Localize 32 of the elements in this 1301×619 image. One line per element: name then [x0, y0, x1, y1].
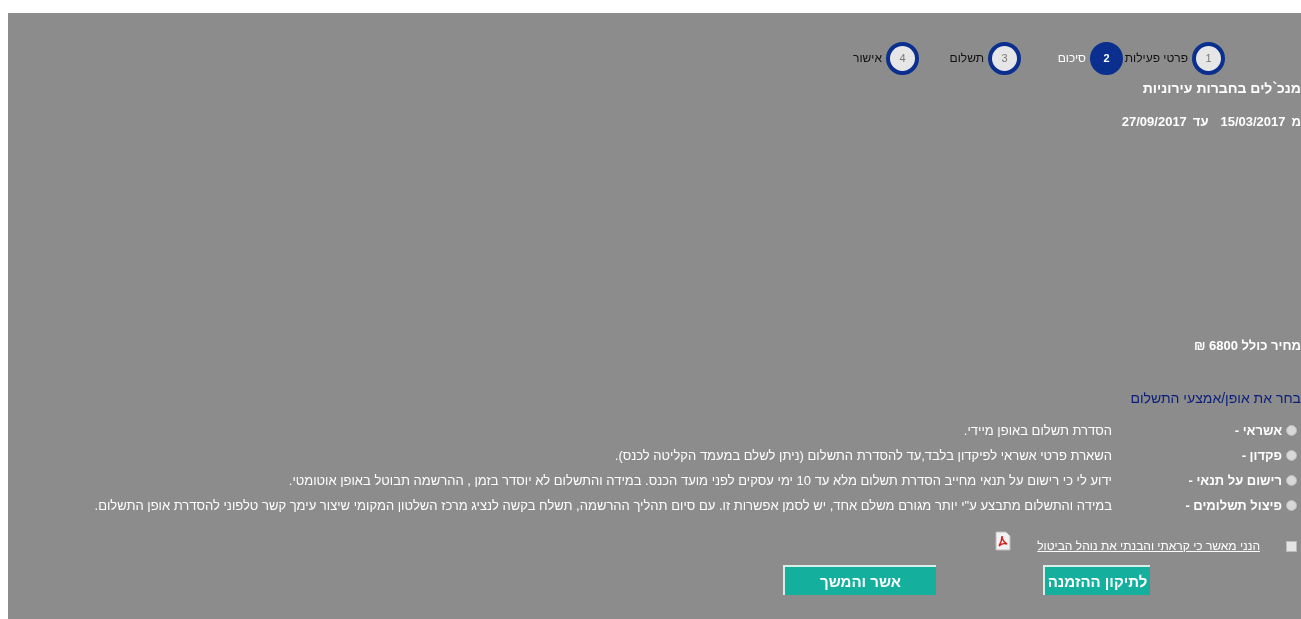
step-circle: 1	[1192, 41, 1225, 75]
terms-link[interactable]: הנני מאשר כי קראתי והבנתי את נוהל הביטול	[1037, 539, 1260, 553]
date-prefix: מ	[1291, 114, 1301, 129]
payment-heading: בחר את אופן/אמצעי התשלום	[1129, 390, 1301, 406]
step-circle: 4	[886, 41, 919, 75]
step-label: פרטי פעילות	[1124, 51, 1188, 65]
radio-button[interactable]	[1286, 475, 1297, 486]
option-description: ידוע לי כי רישום על תנאי מחייב הסדרת תשלום מלא עד 10 ימי עסקים לפני מועד הכנס. במידה והתשלום לא יוסדר בזמן , ההרשמה תבוטל באופן אוטומטי.	[288, 473, 1112, 488]
option-description: במידה והתשלום מתבצע ע"י יותר מגורם משלם אחד, יש לסמן אפשרות זו. עם סיום תהליך ההרשמה, תשלח בקשה לנציג מרכז השלטון המקומי שיצור עימך קשר טלפוני להסדרת אופן התשלום.	[94, 498, 1112, 513]
radio-button[interactable]	[1286, 500, 1297, 511]
course-title: מנכ`לים בחברות עירוניות	[1141, 80, 1301, 96]
radio-button[interactable]	[1286, 425, 1297, 436]
option-label: אשראי -	[1233, 423, 1282, 438]
step-label: סיכום	[1057, 51, 1086, 65]
start-date: 15/03/2017	[1220, 114, 1286, 129]
option-label: פיצול תשלומים -	[1184, 498, 1282, 513]
step-label: תשלום	[949, 51, 984, 65]
edit-order-button[interactable]: לתיקון ההזמנה	[1043, 565, 1150, 595]
option-description: השארת פרטי אשראי לפיקדון בלבד,עד להסדרת התשלום (ניתן לשלם במעמד הקליטה לכנס).	[614, 448, 1112, 463]
checkbox[interactable]	[1286, 540, 1297, 552]
step-label: אישור	[853, 51, 882, 65]
confirm-button[interactable]: אשר והמשך	[783, 565, 936, 595]
radio-button[interactable]	[1286, 450, 1297, 461]
option-label: פקדון -	[1240, 448, 1282, 463]
date-prefix: עד	[1192, 114, 1209, 129]
step-circle: 2	[1090, 41, 1123, 75]
option-label: רישום על תנאי -	[1187, 473, 1282, 488]
end-date: 27/09/2017	[1121, 114, 1187, 129]
option-description: הסדרת תשלום באופן מיידי.	[963, 423, 1112, 438]
total-price: מחיר כולל 6800 ₪	[1192, 338, 1301, 353]
pdf-icon[interactable]	[995, 531, 1012, 551]
step-circle: 3	[988, 41, 1021, 75]
